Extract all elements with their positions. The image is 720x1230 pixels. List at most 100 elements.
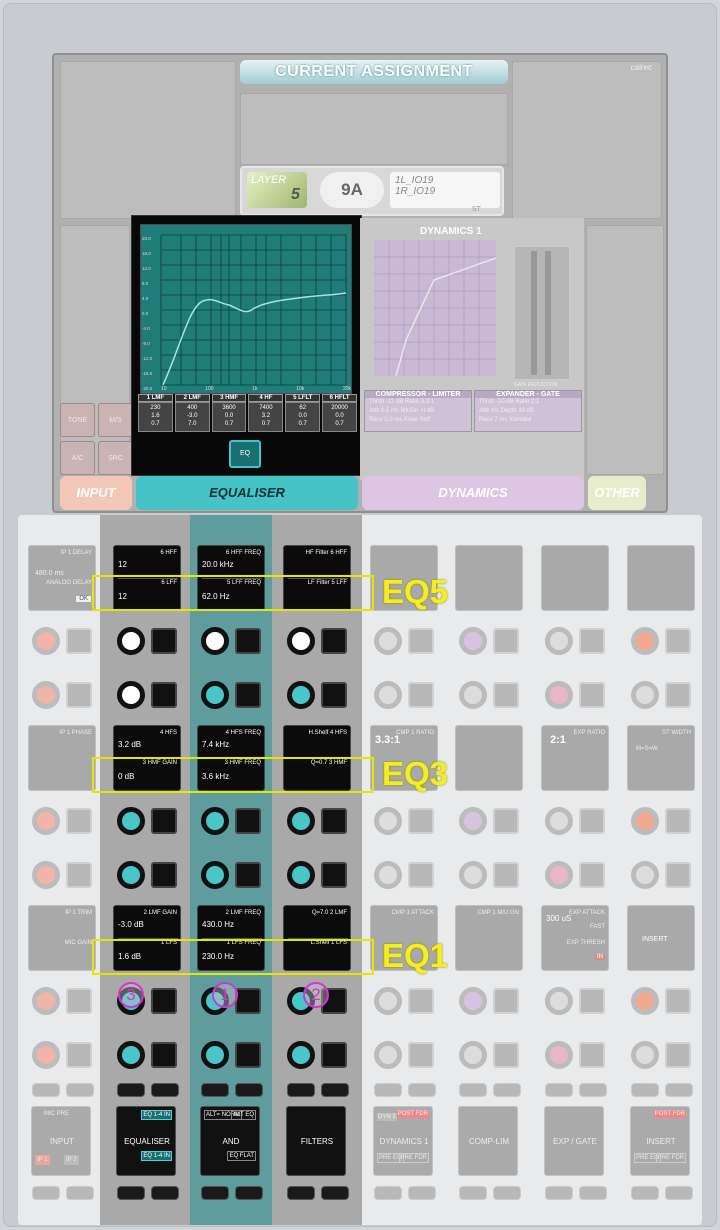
strip-col3-up-button-1[interactable] <box>287 1083 315 1097</box>
strip-d3-down-button-1[interactable] <box>545 1186 573 1200</box>
strip-d3-up-button-1[interactable] <box>545 1083 573 1097</box>
strip-input-knob-3-1[interactable] <box>32 987 60 1015</box>
strip-d2-knob-1-2[interactable] <box>459 681 487 709</box>
strip-d4-button-3-1[interactable] <box>665 988 691 1014</box>
strip-d4-button-3-2[interactable] <box>665 1042 691 1068</box>
strip-d3-knob-3-1[interactable] <box>545 987 573 1015</box>
strip-d3-knob-1-2[interactable] <box>545 681 573 709</box>
strip-d3-up-button-2[interactable] <box>579 1083 607 1097</box>
strip-col2-knob-2-2[interactable] <box>201 861 229 889</box>
strip-d1-button-2-1[interactable] <box>408 808 434 834</box>
strip-input-screen-1[interactable]: 480.0 ms IP 1 DELAY ANALOG DELAY OK <box>28 545 96 611</box>
band-4[interactable]: 4 HF 7400 3.2 0.7 <box>248 394 284 434</box>
alt-eq-button[interactable]: ALT EQ <box>231 1110 256 1120</box>
strip-d4-up-button-2[interactable] <box>665 1083 693 1097</box>
strip-col2-up-button-2[interactable] <box>235 1083 263 1097</box>
ip1-button[interactable]: IP 1 <box>35 1155 50 1165</box>
eq-flat-button[interactable]: EQ FLAT <box>227 1151 256 1161</box>
strip-col2-knob-1-1[interactable] <box>201 627 229 655</box>
strip-d4-down-button-2[interactable] <box>665 1186 693 1200</box>
strip-d3-knob-3-2[interactable] <box>545 1041 573 1069</box>
strip-d3-knob-1-1[interactable] <box>545 627 573 655</box>
strip-d3-screen-3[interactable]: 300 uS EXP ATTACK FAST EXP THRESH IN <box>541 905 609 971</box>
strip-input-button-1-1[interactable] <box>66 628 92 654</box>
strip-d4-screen-1[interactable] <box>627 545 695 611</box>
strip-d1-down-button-2[interactable] <box>408 1186 436 1200</box>
strip-d1-button-3-1[interactable] <box>408 988 434 1014</box>
pre-fdr-button[interactable]: PRE FDR <box>398 1153 429 1163</box>
strip-col2-button-2-1[interactable] <box>235 808 261 834</box>
strip-d3-screen-1[interactable] <box>541 545 609 611</box>
band-3[interactable]: 3 HMF 3600 0.0 0.7 <box>211 394 247 434</box>
strip-d2-knob-1-1[interactable] <box>459 627 487 655</box>
strip-col3-knob-2-2[interactable] <box>287 861 315 889</box>
strip-input-screen-3[interactable]: IP 1 TRIM MIC GAIN <box>28 905 96 971</box>
strip-col1-knob-2-2[interactable] <box>117 861 145 889</box>
strip-input-knob-1-1[interactable] <box>32 627 60 655</box>
strip-col1-knob-3-2[interactable] <box>117 1041 145 1069</box>
strip-d2-bottom-display[interactable]: COMP-LIM <box>458 1106 518 1176</box>
strip-input-knob-2-1[interactable] <box>32 807 60 835</box>
strip-d3-knob-2-2[interactable] <box>545 861 573 889</box>
insert-post-fdr-button[interactable]: POST FDR <box>653 1110 686 1118</box>
strip-col2-button-3-1[interactable] <box>235 988 261 1014</box>
band-2[interactable]: 2 LMF 400 -3.0 7.0 <box>174 394 210 434</box>
strip-col2-button-1-2[interactable] <box>235 682 261 708</box>
strip-d3-bottom-display[interactable]: EXP / GATE <box>544 1106 604 1176</box>
strip-col1-down-button-1[interactable] <box>117 1186 145 1200</box>
strip-d3-down-button-2[interactable] <box>579 1186 607 1200</box>
ok-button[interactable]: OK <box>76 596 91 602</box>
strip-input-button-1-2[interactable] <box>66 682 92 708</box>
strip-d3-screen-2[interactable]: 2:1 EXP RATIO <box>541 725 609 791</box>
strip-d4-knob-1-1[interactable] <box>631 627 659 655</box>
src-button[interactable]: SRC <box>98 441 133 475</box>
strip-col3-down-button-1[interactable] <box>287 1186 315 1200</box>
strip-d1-button-1-1[interactable] <box>408 628 434 654</box>
strip-d2-button-2-1[interactable] <box>493 808 519 834</box>
strip-d4-up-button-1[interactable] <box>631 1083 659 1097</box>
tab-other[interactable]: OTHER <box>588 476 646 510</box>
channel-assignment[interactable]: LAYER 5 9A 1L_IO19 1R_IO19 ST <box>240 166 504 216</box>
strip-input-screen-2[interactable]: IP 1 PHASE <box>28 725 96 791</box>
strip-col3-up-button-2[interactable] <box>321 1083 349 1097</box>
strip-col3-bottom-display[interactable]: FILTERS <box>286 1106 346 1176</box>
strip-col2-knob-3-2[interactable] <box>201 1041 229 1069</box>
eq-in-button-2[interactable]: EQ 1-4 IN <box>141 1151 172 1161</box>
strip-d3-button-2-1[interactable] <box>579 808 605 834</box>
strip-col2-knob-1-2[interactable] <box>201 681 229 709</box>
strip-d1-knob-2-1[interactable] <box>374 807 402 835</box>
strip-col1-button-2-1[interactable] <box>151 808 177 834</box>
strip-d4-bottom-display[interactable]: INSERT POST FDR PRE EQ PRE FDR <box>630 1106 690 1176</box>
strip-d2-button-1-1[interactable] <box>493 628 519 654</box>
strip-d2-down-button-2[interactable] <box>493 1186 521 1200</box>
band-1[interactable]: 1 LMF 230 1.6 0.7 <box>138 394 173 434</box>
strip-d2-knob-2-1[interactable] <box>459 807 487 835</box>
insert-pre-fdr-button[interactable]: PRE FDR <box>655 1153 686 1163</box>
strip-col2-up-button-1[interactable] <box>201 1083 229 1097</box>
comp-section[interactable]: COMPRESSOR - LIMITER Thrsh -11 dB Ratio … <box>364 390 472 432</box>
strip-d4-knob-3-1[interactable] <box>631 987 659 1015</box>
strip-input-button-2-1[interactable] <box>66 808 92 834</box>
strip-col2-bottom-display[interactable]: AND ALT= NORM ALT EQ EQ FLAT <box>200 1106 260 1176</box>
strip-d1-knob-2-2[interactable] <box>374 861 402 889</box>
strip-col1-button-3-1[interactable] <box>151 988 177 1014</box>
strip-d1-button-3-2[interactable] <box>408 1042 434 1068</box>
strip-col2-button-3-2[interactable] <box>235 1042 261 1068</box>
strip-input-button-2-2[interactable] <box>66 862 92 888</box>
strip-d2-up-button-1[interactable] <box>459 1083 487 1097</box>
eq-in-button-1[interactable]: EQ 1-4 IN <box>141 1110 172 1120</box>
strip-d2-screen-2[interactable] <box>455 725 523 791</box>
strip-d4-down-button-1[interactable] <box>631 1186 659 1200</box>
strip-input-button-3-2[interactable] <box>66 1042 92 1068</box>
strip-d4-screen-3[interactable]: INSERT <box>627 905 695 971</box>
strip-d4-button-1-2[interactable] <box>665 682 691 708</box>
strip-d4-knob-2-2[interactable] <box>631 861 659 889</box>
strip-col3-down-button-2[interactable] <box>321 1186 349 1200</box>
strip-d4-knob-1-2[interactable] <box>631 681 659 709</box>
strip-d2-button-3-1[interactable] <box>493 988 519 1014</box>
strip-d1-button-2-2[interactable] <box>408 862 434 888</box>
strip-col2-knob-2-1[interactable] <box>201 807 229 835</box>
strip-input-down-button-1[interactable] <box>32 1186 60 1200</box>
strip-col3-knob-2-1[interactable] <box>287 807 315 835</box>
strip-col3-button-1-1[interactable] <box>321 628 347 654</box>
